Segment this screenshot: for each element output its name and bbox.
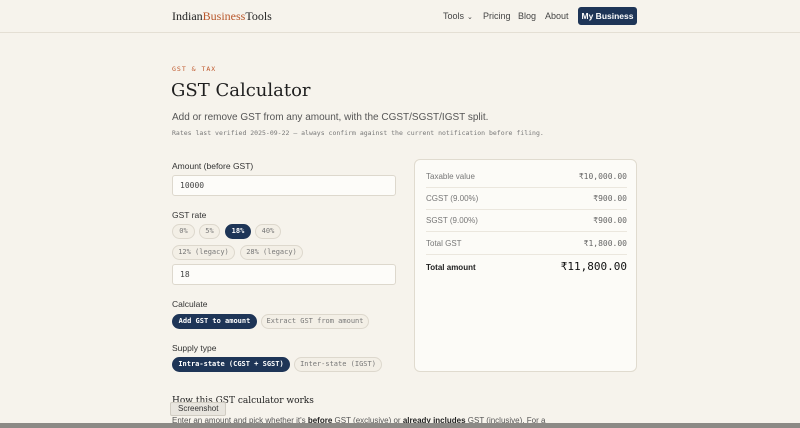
page-subtitle: Add or remove GST from any amount, with … (172, 112, 489, 123)
nav-tools-menu[interactable]: Tools ⌄ (443, 11, 473, 21)
result-value: ₹10,000.00 (578, 172, 627, 181)
result-label: Total amount (426, 263, 476, 272)
result-row-total-amount: Total amount ₹11,800.00 (426, 256, 627, 278)
intra-state-option[interactable]: Intra-state (CGST + SGST) (172, 357, 290, 372)
chevron-down-icon: ⌄ (467, 14, 473, 21)
logo-text-tools: Tools (245, 9, 272, 23)
result-label: CGST (9.00%) (426, 194, 479, 203)
result-label: Taxable value (426, 172, 475, 181)
result-row-cgst: CGST (9.00%) ₹900.00 (426, 188, 627, 210)
result-row-taxable-value: Taxable value ₹10,000.00 (426, 166, 627, 188)
result-value: ₹1,800.00 (583, 239, 627, 248)
rate-pill-40[interactable]: 40% (255, 224, 281, 239)
rate-pill-18[interactable]: 18% (225, 224, 251, 239)
add-gst-option[interactable]: Add GST to amount (172, 314, 257, 329)
nav-pricing-link[interactable]: Pricing (483, 11, 511, 21)
rate-pill-28-legacy[interactable]: 28% (legacy) (240, 245, 303, 260)
amount-label: Amount (before GST) (172, 161, 254, 171)
window-bottom-edge (0, 423, 800, 428)
site-logo[interactable]: IndianBusinessTools (172, 9, 272, 24)
nav-about-link[interactable]: About (545, 11, 569, 21)
gst-rate-input[interactable] (172, 264, 396, 285)
my-business-button[interactable]: My Business (578, 7, 637, 25)
result-label: Total GST (426, 239, 462, 248)
rate-pill-0[interactable]: 0% (172, 224, 195, 239)
section-eyebrow: GST & TAX (172, 65, 217, 73)
nav-blog-link[interactable]: Blog (518, 11, 536, 21)
logo-text-business: Business (202, 9, 246, 23)
result-value: ₹11,800.00 (560, 260, 627, 273)
supply-type-label: Supply type (172, 343, 217, 353)
gst-rate-label: GST rate (172, 210, 207, 220)
logo-text-indian: Indian (172, 9, 203, 23)
extract-gst-option[interactable]: Extract GST from amount (261, 314, 369, 329)
rate-pill-5[interactable]: 5% (199, 224, 220, 239)
result-label: SGST (9.00%) (426, 216, 478, 225)
result-value: ₹900.00 (593, 194, 627, 203)
nav-tools-label: Tools (443, 11, 465, 21)
top-navigation-bar: IndianBusinessTools Tools ⌄ Pricing Blog … (0, 0, 800, 33)
amount-input[interactable] (172, 175, 396, 196)
result-row-total-gst: Total GST ₹1,800.00 (426, 233, 627, 255)
calculate-label: Calculate (172, 299, 208, 309)
result-value: ₹900.00 (593, 216, 627, 225)
screenshot-tooltip: Screenshot (170, 402, 227, 416)
rates-verified-note: Rates last verified 2025-09-22 — always … (172, 129, 544, 137)
results-card: Taxable value ₹10,000.00 CGST (9.00%) ₹9… (414, 159, 637, 372)
page-title: GST Calculator (171, 80, 311, 101)
result-row-sgst: SGST (9.00%) ₹900.00 (426, 210, 627, 232)
rate-pill-12-legacy[interactable]: 12% (legacy) (172, 245, 235, 260)
inter-state-option[interactable]: Inter-state (IGST) (294, 357, 382, 372)
